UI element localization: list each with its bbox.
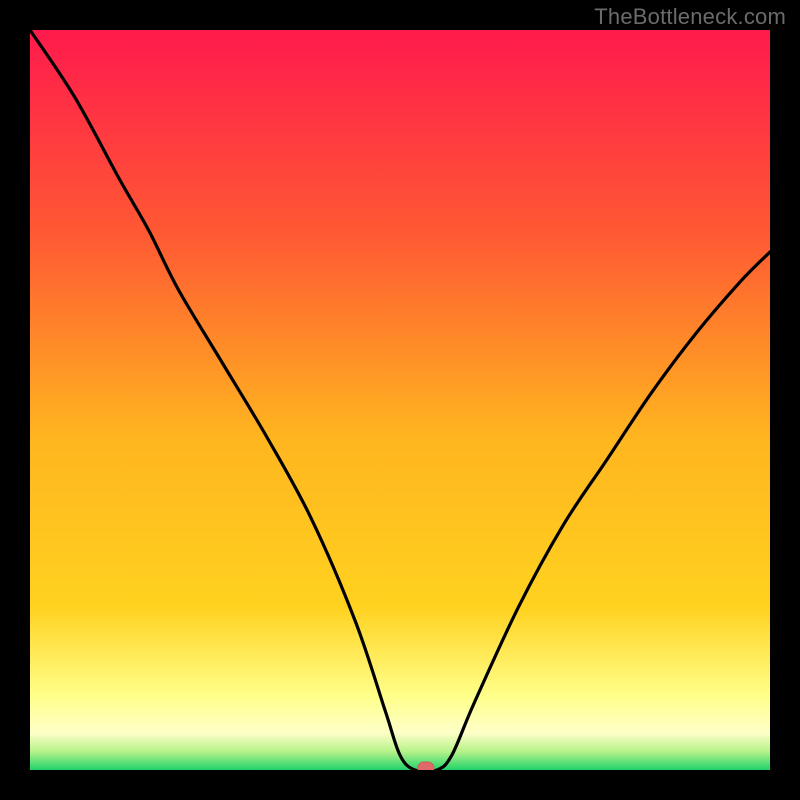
bottleneck-plot: [30, 30, 770, 770]
plot-svg: [30, 30, 770, 770]
gradient-background: [30, 30, 770, 770]
chart-frame: TheBottleneck.com: [0, 0, 800, 800]
attribution-label: TheBottleneck.com: [594, 4, 786, 30]
min-marker: [418, 762, 434, 770]
